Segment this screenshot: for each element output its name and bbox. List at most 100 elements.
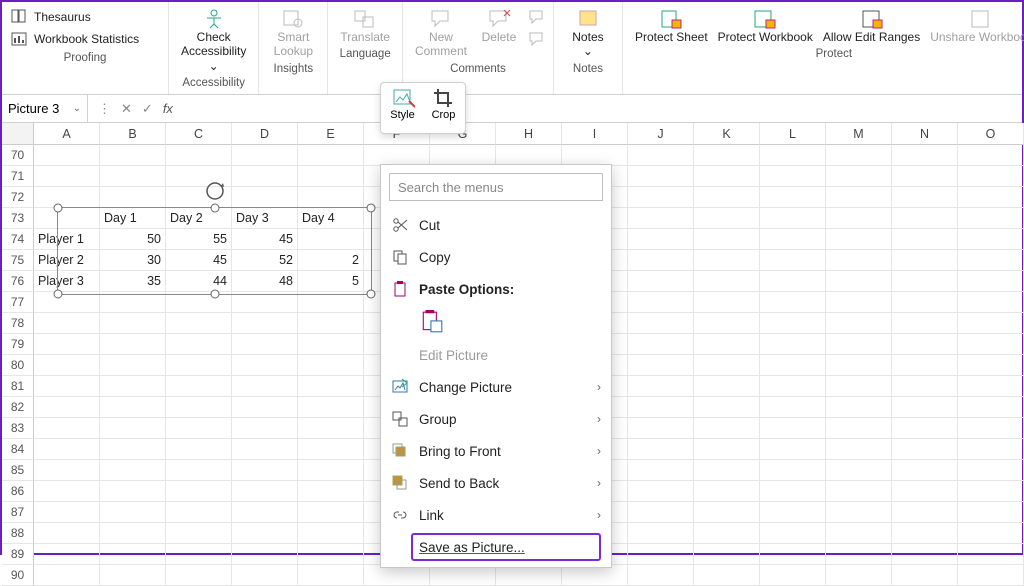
cell-J74[interactable] xyxy=(628,229,694,250)
cell-O70[interactable] xyxy=(958,145,1024,166)
cell-J76[interactable] xyxy=(628,271,694,292)
cell-C90[interactable] xyxy=(166,565,232,586)
cell-O72[interactable] xyxy=(958,187,1024,208)
cell-M80[interactable] xyxy=(826,355,892,376)
ctx-cut[interactable]: Cut xyxy=(381,209,611,241)
cell-C86[interactable] xyxy=(166,481,232,502)
cell-M83[interactable] xyxy=(826,418,892,439)
row-header-87[interactable]: 87 xyxy=(2,502,34,523)
cell-L90[interactable] xyxy=(760,565,826,586)
cell-A75[interactable]: Player 2 xyxy=(34,250,100,271)
cell-K81[interactable] xyxy=(694,376,760,397)
cell-M73[interactable] xyxy=(826,208,892,229)
col-header-E[interactable]: E xyxy=(298,123,364,145)
cell-J85[interactable] xyxy=(628,460,694,481)
cell-N75[interactable] xyxy=(892,250,958,271)
cell-B76[interactable]: 35 xyxy=(100,271,166,292)
cell-A81[interactable] xyxy=(34,376,100,397)
cell-C74[interactable]: 55 xyxy=(166,229,232,250)
cell-L83[interactable] xyxy=(760,418,826,439)
cell-A86[interactable] xyxy=(34,481,100,502)
cell-J84[interactable] xyxy=(628,439,694,460)
cell-K79[interactable] xyxy=(694,334,760,355)
cell-B87[interactable] xyxy=(100,502,166,523)
col-header-O[interactable]: O xyxy=(958,123,1024,145)
allow-edit-ranges-button[interactable]: Allow Edit Ranges xyxy=(819,6,924,46)
cell-C82[interactable] xyxy=(166,397,232,418)
ctx-bring-to-front[interactable]: Bring to Front › xyxy=(381,435,611,467)
cell-B82[interactable] xyxy=(100,397,166,418)
cell-L79[interactable] xyxy=(760,334,826,355)
formula-input[interactable] xyxy=(183,95,1022,122)
cell-D72[interactable] xyxy=(232,187,298,208)
row-header-73[interactable]: 73 xyxy=(2,208,34,229)
row-header-81[interactable]: 81 xyxy=(2,376,34,397)
ctx-paste-picture[interactable] xyxy=(419,309,445,335)
row-header-72[interactable]: 72 xyxy=(2,187,34,208)
cell-N84[interactable] xyxy=(892,439,958,460)
cell-J73[interactable] xyxy=(628,208,694,229)
cell-A70[interactable] xyxy=(34,145,100,166)
cell-O73[interactable] xyxy=(958,208,1024,229)
cell-E90[interactable] xyxy=(298,565,364,586)
cell-J79[interactable] xyxy=(628,334,694,355)
cell-C80[interactable] xyxy=(166,355,232,376)
cell-D74[interactable]: 45 xyxy=(232,229,298,250)
cell-J88[interactable] xyxy=(628,523,694,544)
cell-K85[interactable] xyxy=(694,460,760,481)
cell-O85[interactable] xyxy=(958,460,1024,481)
cell-B85[interactable] xyxy=(100,460,166,481)
col-header-M[interactable]: M xyxy=(826,123,892,145)
cell-H90[interactable] xyxy=(496,565,562,586)
cell-E83[interactable] xyxy=(298,418,364,439)
cell-L71[interactable] xyxy=(760,166,826,187)
col-header-L[interactable]: L xyxy=(760,123,826,145)
protect-sheet-button[interactable]: Protect Sheet xyxy=(631,6,712,46)
cancel-icon[interactable]: ✕ xyxy=(117,101,136,117)
name-box[interactable]: Picture 3 ⌄ xyxy=(2,95,88,122)
cell-A80[interactable] xyxy=(34,355,100,376)
enter-icon[interactable]: ✓ xyxy=(138,101,157,117)
cell-E86[interactable] xyxy=(298,481,364,502)
cell-D85[interactable] xyxy=(232,460,298,481)
cell-L81[interactable] xyxy=(760,376,826,397)
cell-M87[interactable] xyxy=(826,502,892,523)
row-header-75[interactable]: 75 xyxy=(2,250,34,271)
col-header-J[interactable]: J xyxy=(628,123,694,145)
cell-D75[interactable]: 52 xyxy=(232,250,298,271)
cell-J75[interactable] xyxy=(628,250,694,271)
cell-K82[interactable] xyxy=(694,397,760,418)
cell-J71[interactable] xyxy=(628,166,694,187)
cell-J83[interactable] xyxy=(628,418,694,439)
cell-M86[interactable] xyxy=(826,481,892,502)
cell-M70[interactable] xyxy=(826,145,892,166)
col-header-K[interactable]: K xyxy=(694,123,760,145)
cell-L82[interactable] xyxy=(760,397,826,418)
cell-C81[interactable] xyxy=(166,376,232,397)
cell-C77[interactable] xyxy=(166,292,232,313)
cell-E78[interactable] xyxy=(298,313,364,334)
cell-E85[interactable] xyxy=(298,460,364,481)
cell-A76[interactable]: Player 3 xyxy=(34,271,100,292)
ctx-link[interactable]: Link › xyxy=(381,499,611,531)
cell-G90[interactable] xyxy=(430,565,496,586)
cell-I90[interactable] xyxy=(562,565,628,586)
cell-D86[interactable] xyxy=(232,481,298,502)
cell-K86[interactable] xyxy=(694,481,760,502)
cell-K71[interactable] xyxy=(694,166,760,187)
cell-A88[interactable] xyxy=(34,523,100,544)
cell-K80[interactable] xyxy=(694,355,760,376)
col-header-H[interactable]: H xyxy=(496,123,562,145)
cell-N74[interactable] xyxy=(892,229,958,250)
cell-O84[interactable] xyxy=(958,439,1024,460)
cell-D84[interactable] xyxy=(232,439,298,460)
col-header-N[interactable]: N xyxy=(892,123,958,145)
picture-style-button[interactable]: Style xyxy=(383,87,422,131)
cell-E84[interactable] xyxy=(298,439,364,460)
cell-D80[interactable] xyxy=(232,355,298,376)
ctx-group[interactable]: Group › xyxy=(381,403,611,435)
cell-B80[interactable] xyxy=(100,355,166,376)
cell-C88[interactable] xyxy=(166,523,232,544)
cell-M72[interactable] xyxy=(826,187,892,208)
cell-A83[interactable] xyxy=(34,418,100,439)
